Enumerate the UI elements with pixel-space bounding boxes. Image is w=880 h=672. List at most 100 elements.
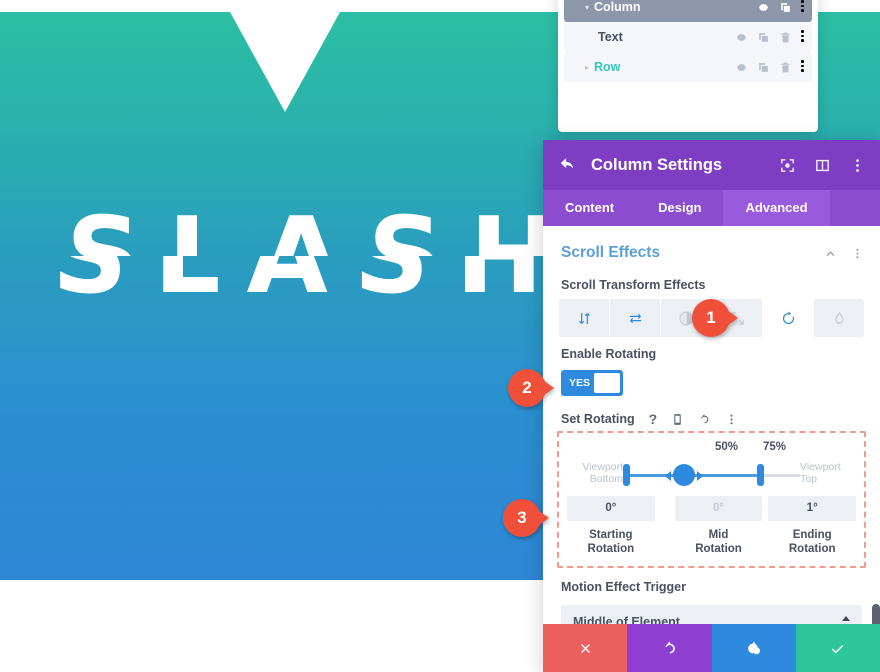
set-rotating-label: Set Rotating <box>561 412 635 426</box>
more-vertical-icon[interactable] <box>849 157 866 174</box>
rotating-icon[interactable] <box>763 299 814 337</box>
redo-button[interactable] <box>711 624 796 672</box>
end-percent-label: 75% <box>763 441 787 453</box>
settings-header: Column Settings <box>543 140 880 190</box>
layer-actions <box>735 60 812 74</box>
layout-panel-icon[interactable] <box>814 157 831 174</box>
pin-number: 2 <box>522 378 532 397</box>
viewport-top-line2: Top <box>800 473 817 485</box>
caption-line2: Rotation <box>788 543 836 555</box>
tab-content[interactable]: Content <box>543 190 636 226</box>
save-button[interactable] <box>795 624 880 672</box>
cancel-button[interactable] <box>543 624 628 672</box>
duplicate-icon[interactable] <box>779 1 792 14</box>
hero-notch-shape <box>230 12 340 112</box>
layer-label: Column <box>594 0 641 14</box>
settings-header-actions <box>779 157 866 174</box>
trash-icon[interactable] <box>779 61 792 74</box>
back-arrow-icon[interactable] <box>557 154 579 176</box>
layers-panel: ▾ Row ▾ Column Text <box>558 0 818 132</box>
rotation-slider[interactable]: Viewport Bottom Viewport Top <box>567 458 856 492</box>
slider-mid-arrow-left-icon <box>665 471 671 481</box>
layer-row-text[interactable]: Text <box>564 22 812 52</box>
gear-icon[interactable] <box>757 1 770 14</box>
motion-effect-trigger-select[interactable]: Middle of Element <box>561 605 862 624</box>
trash-icon[interactable] <box>779 31 792 44</box>
layer-row-column[interactable]: ▾ Column <box>564 0 812 22</box>
scroll-transform-effects-label: Scroll Transform Effects <box>561 278 706 292</box>
gear-icon[interactable] <box>735 31 748 44</box>
ending-rotation-caption: Ending Rotation <box>768 521 856 556</box>
layer-label: Text <box>598 30 623 44</box>
blur-icon[interactable] <box>814 299 864 337</box>
more-vertical-icon[interactable] <box>725 413 738 426</box>
scroll-effects-section-header[interactable]: Scroll Effects <box>543 226 880 266</box>
redo-icon <box>748 641 761 654</box>
layer-label: Row <box>594 60 621 74</box>
caption-line2: Rotation <box>695 543 742 555</box>
hero-title: SLASH SLASH <box>0 196 560 316</box>
settings-body: Scroll Effects Scroll Transform Effects <box>543 226 880 624</box>
close-icon <box>580 643 590 653</box>
motion-effect-trigger-value: Middle of Element <box>573 615 680 624</box>
more-vertical-icon[interactable] <box>801 60 804 74</box>
more-vertical-icon[interactable] <box>801 0 804 14</box>
page-title: Column Settings <box>591 155 723 174</box>
tab-design[interactable]: Design <box>636 190 723 226</box>
enable-rotating-toggle-wrap: YES <box>543 368 880 396</box>
tab-advanced[interactable]: Advanced <box>723 190 830 226</box>
undo-button[interactable] <box>627 624 712 672</box>
enable-rotating-toggle[interactable]: YES <box>561 370 623 396</box>
viewport-top-label: Viewport Top <box>800 461 856 485</box>
layer-actions <box>735 30 812 44</box>
duplicate-icon[interactable] <box>757 31 770 44</box>
layer-actions <box>757 0 812 14</box>
slider-handle-end[interactable] <box>757 464 764 486</box>
motion-effect-trigger-wrap: Middle of Element <box>543 601 880 624</box>
callout-pin-2: 2 <box>508 369 554 407</box>
mid-rotation-field: 0° Mid Rotation <box>674 496 763 556</box>
horizontal-motion-icon[interactable] <box>610 299 661 337</box>
toggle-knob <box>594 373 620 393</box>
hero-title-text-top: SLASH <box>66 196 560 256</box>
responsive-icon[interactable] <box>671 413 684 426</box>
chevron-right-icon[interactable]: ▸ <box>580 63 594 72</box>
slider-percent-labels: 50% 75% <box>567 441 856 458</box>
undo-icon <box>665 641 675 653</box>
starting-rotation-value[interactable]: 0° <box>567 496 655 521</box>
duplicate-icon[interactable] <box>757 61 770 74</box>
gear-icon[interactable] <box>735 61 748 74</box>
pin-number: 3 <box>517 508 527 527</box>
check-icon <box>832 644 844 653</box>
help-icon[interactable]: ? <box>649 412 658 426</box>
mid-rotation-value[interactable]: 0° <box>674 496 763 521</box>
hero-title-bottom-slice: SLASH <box>0 256 560 316</box>
layer-row-row-2[interactable]: ▸ Row <box>564 52 812 82</box>
callout-pin-1: 1 <box>692 299 738 337</box>
starting-rotation-field: 0° Starting Rotation <box>567 496 655 556</box>
mid-percent-label: 50% <box>715 441 739 453</box>
reset-icon[interactable] <box>698 413 711 426</box>
ending-rotation-value[interactable]: 1° <box>768 496 857 521</box>
enable-rotating-label: Enable Rotating <box>561 347 657 361</box>
slider-mid-arrow-right-icon <box>697 471 703 481</box>
settings-tabs: Content Design Advanced <box>543 190 880 226</box>
more-vertical-icon[interactable] <box>851 247 864 260</box>
screen: SLASH SLASH ▾ Row ▾ Column <box>0 0 880 672</box>
caption-line1: Ending <box>792 529 832 541</box>
more-vertical-icon[interactable] <box>801 30 804 44</box>
caption-line1: Mid <box>708 529 729 541</box>
column-settings-modal: Column Settings Content Design Advanced … <box>543 140 880 672</box>
caption-line2: Rotation <box>587 543 635 555</box>
chevron-up-icon[interactable] <box>824 247 837 260</box>
slider-handle-start[interactable] <box>623 464 630 486</box>
slider-handle-mid[interactable] <box>673 464 695 486</box>
ending-rotation-field: 1° Ending Rotation <box>768 496 857 556</box>
target-icon[interactable] <box>779 157 796 174</box>
viewport-bottom-label: Viewport Bottom <box>567 461 623 485</box>
settings-scrollbar[interactable] <box>872 604 880 624</box>
chevron-down-icon[interactable]: ▾ <box>580 3 594 12</box>
vertical-motion-icon[interactable] <box>559 299 610 337</box>
slider-track[interactable] <box>625 474 800 477</box>
viewport-bottom-line1: Viewport <box>582 461 623 473</box>
